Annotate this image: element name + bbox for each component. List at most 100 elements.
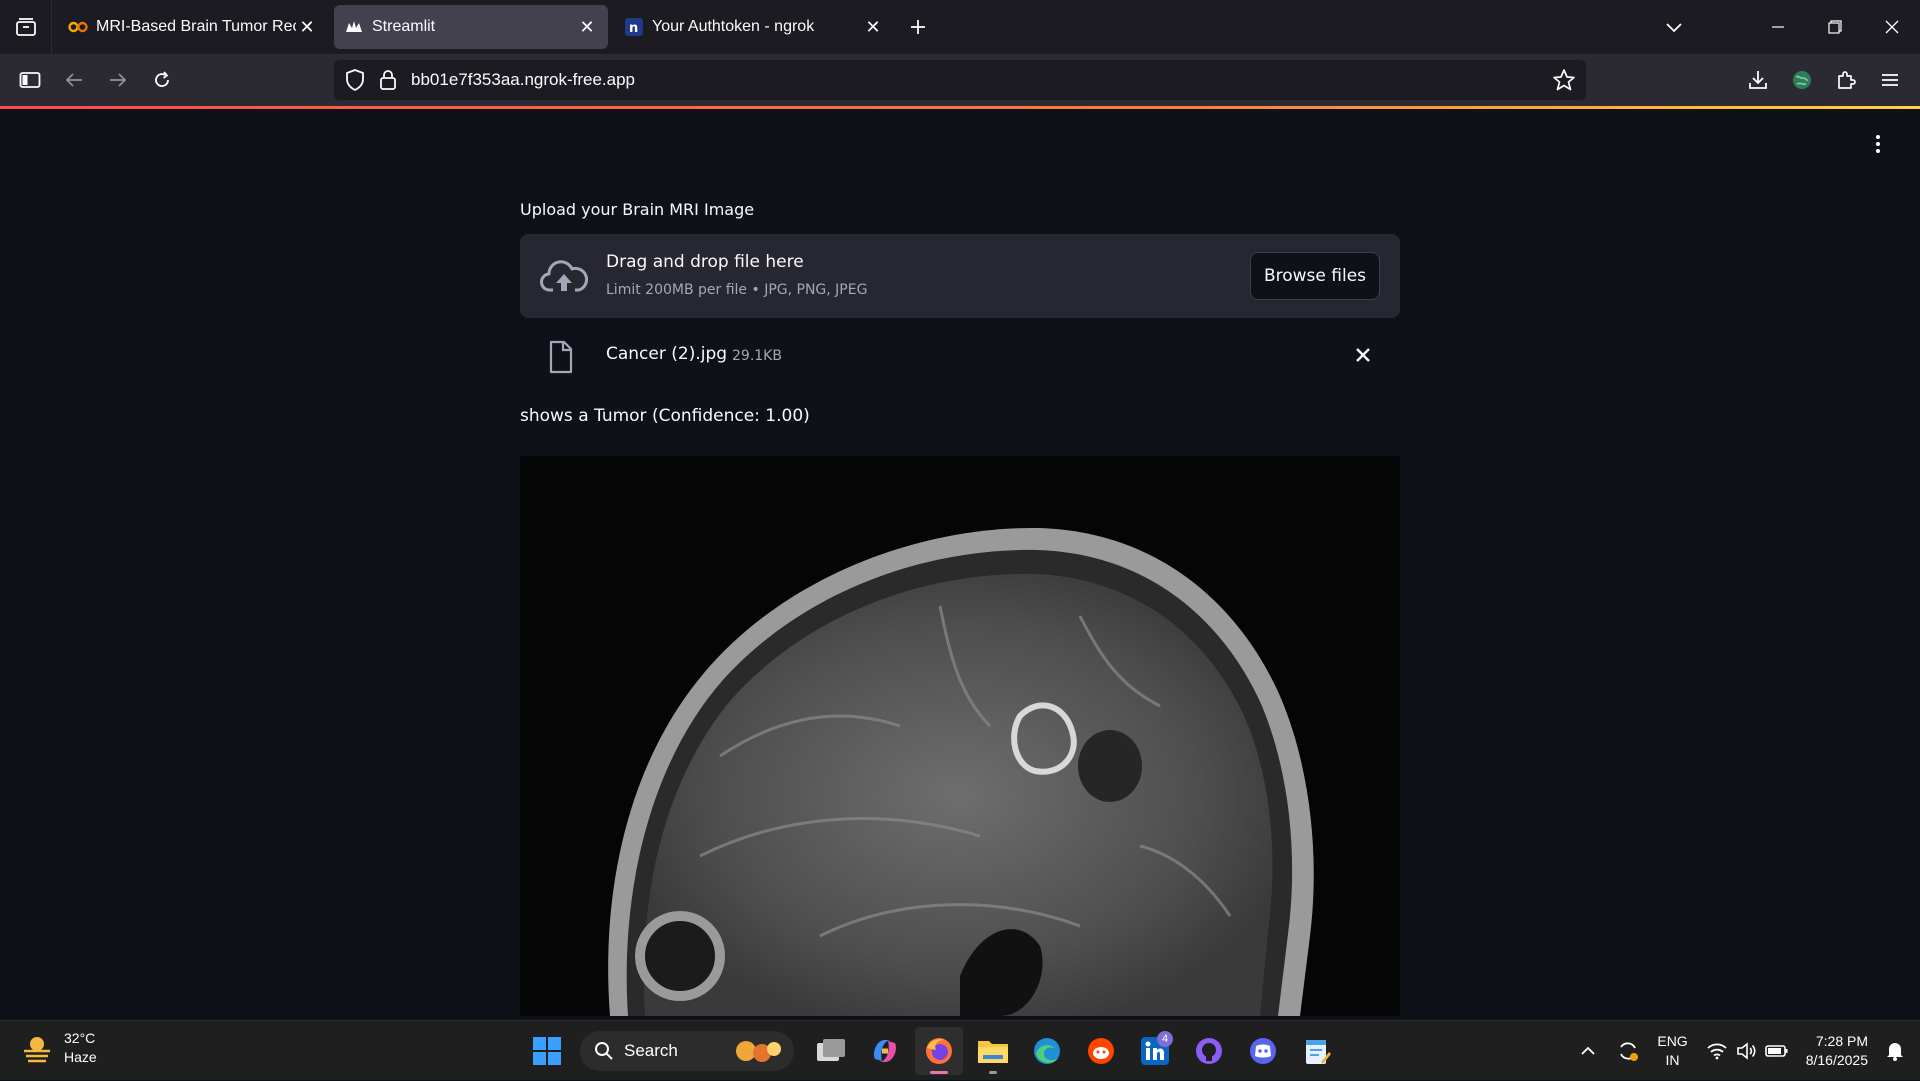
chevron-down-icon (1666, 23, 1682, 33)
uploaded-file-item: Cancer (2).jpg 29.1KB (520, 318, 1400, 398)
taskbar-apps: Search 4 (520, 1027, 1344, 1075)
restore-icon (1827, 20, 1842, 34)
windows-icon (533, 1037, 561, 1065)
tab-ngrok[interactable]: n Your Authtoken - ngrok ✕ (614, 5, 894, 49)
svg-text:n: n (629, 21, 638, 36)
taskbar-search[interactable]: Search (580, 1031, 794, 1071)
volume-status[interactable] (1732, 1031, 1762, 1071)
browse-files-button[interactable]: Browse files (1250, 252, 1380, 300)
github-app[interactable] (1185, 1027, 1233, 1075)
reload-icon (155, 71, 169, 87)
toolbar-right (1736, 60, 1912, 100)
battery-charging-icon (1764, 1045, 1788, 1057)
colab-icon (68, 17, 88, 37)
profile-button[interactable] (1780, 60, 1824, 100)
close-window-button[interactable] (1863, 0, 1920, 54)
uploaded-file-name: Cancer (2).jpg (606, 344, 728, 364)
puzzle-icon (1838, 71, 1856, 89)
app-menu-button[interactable] (1868, 60, 1912, 100)
tab-title: Your Authtoken - ngrok (652, 18, 815, 35)
tab-close-button[interactable]: ✕ (576, 16, 598, 38)
language-indicator[interactable]: ENG IN (1657, 1032, 1687, 1070)
search-icon (595, 1042, 613, 1060)
close-icon (1356, 348, 1370, 362)
tab-close-button[interactable]: ✕ (296, 16, 318, 38)
language-code: ENG (1657, 1033, 1688, 1049)
close-icon (1885, 20, 1898, 34)
tab-mri-colab[interactable]: MRI-Based Brain Tumor Recogn ✕ (58, 5, 328, 49)
bookmark-star-icon[interactable] (1552, 68, 1576, 97)
copilot-app[interactable] (861, 1027, 909, 1075)
weather-condition: Haze (64, 1049, 97, 1065)
streamlit-main-menu-button[interactable] (1866, 132, 1890, 156)
dropzone-limits: Limit 200MB per file • JPG, PNG, JPEG (606, 282, 868, 298)
file-uploader-label: Upload your Brain MRI Image (520, 200, 755, 219)
restore-button[interactable] (1806, 0, 1863, 54)
reddit-app[interactable] (1077, 1027, 1125, 1075)
github-icon (1196, 1038, 1222, 1064)
forward-button[interactable] (96, 60, 140, 100)
url-text[interactable]: bb01e7f353aa.ngrok-free.app (411, 70, 635, 90)
windows-taskbar: 32°C Haze Search 4 ENG IN 7:28 PM 8/16/2… (0, 1020, 1920, 1080)
sync-icon (1620, 1042, 1639, 1061)
arrow-left-icon (65, 73, 82, 87)
weather-temperature: 32°C (64, 1030, 96, 1046)
file-explorer-app[interactable] (969, 1027, 1017, 1075)
list-all-tabs-button[interactable] (1650, 0, 1698, 54)
tab-list-button[interactable] (0, 0, 52, 54)
chevron-up-icon (1581, 1046, 1595, 1055)
minimize-button[interactable] (1749, 0, 1806, 54)
notifications-button[interactable] (1880, 1031, 1910, 1071)
reload-button[interactable] (140, 60, 184, 100)
tab-streamlit[interactable]: Streamlit ✕ (334, 5, 608, 49)
firefox-icon (926, 1038, 952, 1064)
tab-close-button[interactable]: ✕ (862, 16, 884, 38)
search-highlight-icon (736, 1041, 781, 1062)
file-dropzone[interactable]: Drag and drop file here Limit 200MB per … (520, 234, 1400, 318)
region-code: IN (1665, 1052, 1680, 1068)
folder-icon (978, 1041, 1008, 1063)
tab-title: MRI-Based Brain Tumor Recogn (96, 18, 296, 35)
uploaded-file-size: 29.1KB (732, 348, 782, 364)
linkedin-app[interactable]: 4 (1131, 1027, 1179, 1075)
discord-app[interactable] (1239, 1027, 1287, 1075)
dropzone-instructions: Drag and drop file here (606, 252, 804, 272)
shield-icon[interactable] (344, 68, 366, 97)
downloads-button[interactable] (1736, 60, 1780, 100)
haze-weather-icon (24, 1037, 50, 1063)
lock-icon[interactable] (378, 68, 398, 97)
cloud-upload-icon (540, 258, 589, 300)
streamlit-icon (344, 17, 364, 37)
remove-file-button[interactable] (1348, 340, 1378, 370)
system-clock[interactable]: 7:28 PM 8/16/2025 (1806, 1032, 1868, 1070)
show-hidden-icons-button[interactable] (1573, 1031, 1603, 1071)
firefox-app[interactable] (915, 1027, 963, 1075)
browser-nav-bar: bb01e7f353aa.ngrok-free.app (0, 54, 1920, 106)
speaker-icon (1736, 1042, 1756, 1060)
plus-icon (911, 20, 925, 34)
wifi-icon (1707, 1043, 1727, 1060)
task-view-button[interactable] (807, 1027, 855, 1075)
kebab-menu-icon (1876, 135, 1880, 153)
running-indicator (989, 1071, 997, 1074)
file-icon (548, 340, 574, 378)
url-bar[interactable]: bb01e7f353aa.ngrok-free.app (334, 60, 1586, 100)
extensions-button[interactable] (1824, 60, 1868, 100)
notepad-icon (1306, 1040, 1331, 1064)
new-tab-button[interactable] (898, 7, 938, 47)
ngrok-icon: n (624, 17, 644, 37)
battery-status[interactable] (1762, 1031, 1792, 1071)
notification-badge: 4 (1157, 1031, 1173, 1047)
weather-widget[interactable]: 32°C Haze (20, 1029, 97, 1067)
edge-icon (1034, 1038, 1060, 1064)
notepad-app[interactable] (1293, 1027, 1341, 1075)
sync-status-button[interactable] (1613, 1031, 1643, 1071)
bell-icon (1887, 1043, 1903, 1061)
sidebar-toggle-button[interactable] (8, 60, 52, 100)
running-indicator (930, 1071, 948, 1074)
back-button[interactable] (52, 60, 96, 100)
start-button[interactable] (523, 1027, 571, 1075)
edge-app[interactable] (1023, 1027, 1071, 1075)
wifi-status[interactable] (1702, 1031, 1732, 1071)
reddit-icon (1088, 1038, 1114, 1064)
